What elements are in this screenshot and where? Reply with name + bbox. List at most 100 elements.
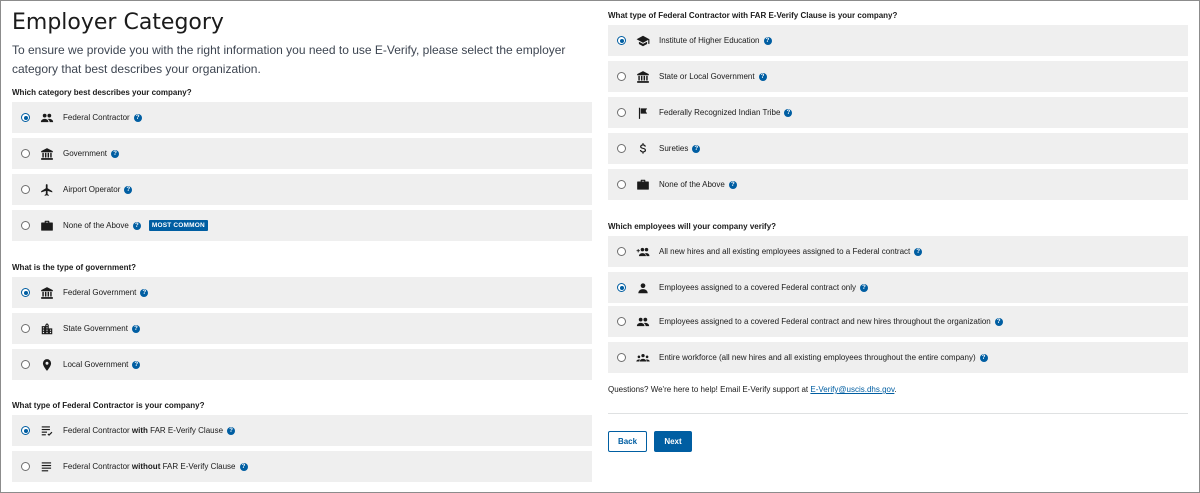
back-button[interactable]: Back — [608, 431, 647, 452]
option-label: None of the Above? — [63, 221, 141, 230]
option-label: Sureties? — [659, 144, 701, 153]
support-email-link[interactable]: E-Verify@uscis.dhs.gov — [810, 385, 894, 394]
help-icon[interactable]: ? — [124, 185, 133, 194]
map-pin-icon — [40, 358, 54, 372]
option-label: Federal Contractor with FAR E-Verify Cla… — [63, 426, 236, 435]
option-none-of-the-above[interactable]: None of the Above? MOST COMMON — [12, 210, 592, 241]
help-icon[interactable]: ? — [227, 426, 236, 435]
help-icon[interactable]: ? — [111, 149, 120, 158]
option-label: Institute of Higher Education? — [659, 36, 772, 45]
radio-button[interactable] — [21, 185, 30, 194]
checklist-icon — [40, 424, 54, 438]
option-sureties[interactable]: Sureties? — [608, 133, 1188, 164]
option-label: All new hires and all existing employees… — [659, 247, 923, 256]
groups-icon — [636, 351, 650, 365]
option-airport-operator[interactable]: Airport Operator? — [12, 174, 592, 205]
person-icon — [636, 281, 650, 295]
airplane-icon — [40, 183, 54, 197]
question-contractor-type: What type of Federal Contractor is your … — [12, 401, 205, 410]
question-employees-verify: Which employees will your company verify… — [608, 222, 777, 231]
option-all-new-hires-and-existing[interactable]: All new hires and all existing employees… — [608, 236, 1188, 267]
question-far-contractor-type: What type of Federal Contractor with FAR… — [608, 11, 898, 20]
option-label: Government? — [63, 149, 120, 158]
question-government-type: What is the type of government? — [12, 263, 137, 272]
help-icon[interactable]: ? — [140, 288, 149, 297]
option-label: Federal Government? — [63, 288, 149, 297]
option-label: Employees assigned to a covered Federal … — [659, 317, 1003, 326]
option-covered-contract-and-new-hires[interactable]: Employees assigned to a covered Federal … — [608, 306, 1188, 337]
dollar-icon — [636, 142, 650, 156]
option-indian-tribe[interactable]: Federally Recognized Indian Tribe? — [608, 97, 1188, 128]
help-icon[interactable]: ? — [728, 180, 737, 189]
option-contractor-without-clause[interactable]: Federal Contractor without FAR E-Verify … — [12, 451, 592, 482]
radio-button[interactable] — [21, 221, 30, 230]
radio-button[interactable] — [21, 426, 30, 435]
radio-button[interactable] — [617, 108, 626, 117]
option-label: State Government? — [63, 324, 140, 333]
people-icon — [40, 111, 54, 125]
briefcase-icon — [40, 219, 54, 233]
most-common-badge: MOST COMMON — [148, 220, 208, 231]
city-icon — [40, 322, 54, 336]
option-label: Entire workforce (all new hires and all … — [659, 353, 988, 362]
help-icon[interactable]: ? — [239, 462, 248, 471]
help-icon[interactable]: ? — [914, 247, 923, 256]
radio-button[interactable] — [617, 317, 626, 326]
option-federal-government[interactable]: Federal Government? — [12, 277, 592, 308]
next-button[interactable]: Next — [654, 431, 692, 452]
help-icon[interactable]: ? — [979, 353, 988, 362]
radio-button[interactable] — [617, 247, 626, 256]
page-title: Employer Category — [12, 10, 224, 35]
option-label: State or Local Government? — [659, 72, 767, 81]
help-icon[interactable]: ? — [131, 324, 140, 333]
radio-button[interactable] — [21, 288, 30, 297]
radio-button[interactable] — [21, 324, 30, 333]
option-entire-workforce[interactable]: Entire workforce (all new hires and all … — [608, 342, 1188, 373]
radio-button[interactable] — [21, 113, 30, 122]
option-state-or-local-government[interactable]: State or Local Government? — [608, 61, 1188, 92]
radio-button[interactable] — [617, 36, 626, 45]
option-label: None of the Above? — [659, 180, 737, 189]
option-covered-contract-only[interactable]: Employees assigned to a covered Federal … — [608, 272, 1188, 303]
option-local-government[interactable]: Local Government? — [12, 349, 592, 380]
option-government[interactable]: Government? — [12, 138, 592, 169]
option-none-of-the-above-far[interactable]: None of the Above? — [608, 169, 1188, 200]
help-icon[interactable]: ? — [860, 283, 868, 292]
option-label: Airport Operator? — [63, 185, 133, 194]
radio-button[interactable] — [617, 180, 626, 189]
help-icon[interactable]: ? — [758, 72, 767, 81]
option-higher-education[interactable]: Institute of Higher Education? — [608, 25, 1188, 56]
help-icon[interactable]: ? — [692, 144, 701, 153]
support-contact: Questions? We're here to help! Email E-V… — [608, 385, 897, 394]
radio-button[interactable] — [21, 462, 30, 471]
page-intro: To ensure we provide you with the right … — [12, 43, 566, 76]
list-icon — [40, 460, 54, 474]
radio-button[interactable] — [617, 144, 626, 153]
help-icon[interactable]: ? — [784, 108, 793, 117]
bank-icon — [40, 286, 54, 300]
option-label: Local Government? — [63, 360, 141, 369]
option-label: Federally Recognized Indian Tribe? — [659, 108, 793, 117]
help-icon[interactable]: ? — [132, 360, 141, 369]
option-state-government[interactable]: State Government? — [12, 313, 592, 344]
option-federal-contractor[interactable]: Federal Contractor? — [12, 102, 592, 133]
option-label: Federal Contractor without FAR E-Verify … — [63, 462, 248, 471]
help-icon[interactable]: ? — [763, 36, 772, 45]
briefcase-icon — [636, 178, 650, 192]
question-category: Which category best describes your compa… — [12, 88, 192, 97]
help-icon[interactable]: ? — [994, 317, 1003, 326]
radio-button[interactable] — [21, 360, 30, 369]
bank-icon — [636, 70, 650, 84]
bank-icon — [40, 147, 54, 161]
help-icon[interactable]: ? — [132, 221, 141, 230]
flag-icon — [636, 106, 650, 120]
option-label: Federal Contractor? — [63, 113, 142, 122]
help-icon[interactable]: ? — [133, 113, 142, 122]
radio-button[interactable] — [617, 353, 626, 362]
graduation-cap-icon — [636, 34, 650, 48]
radio-button[interactable] — [617, 72, 626, 81]
radio-button[interactable] — [21, 149, 30, 158]
divider — [608, 413, 1188, 414]
option-contractor-with-clause[interactable]: Federal Contractor with FAR E-Verify Cla… — [12, 415, 592, 446]
radio-button[interactable] — [617, 283, 626, 292]
